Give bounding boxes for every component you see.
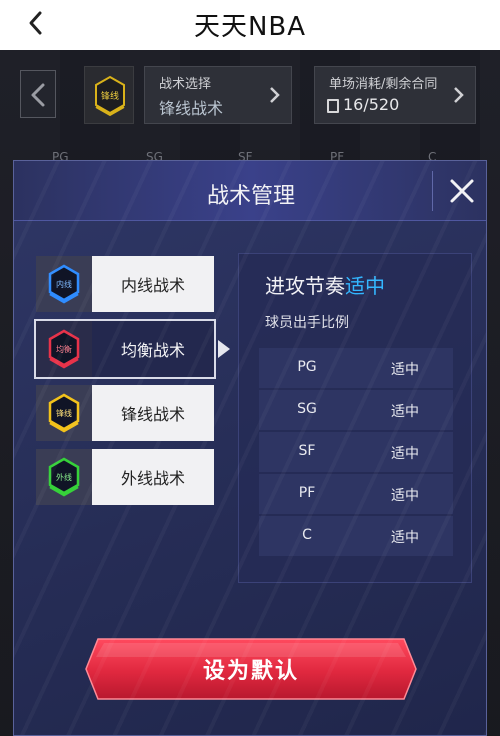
nav-bar: 天天NBA	[0, 0, 500, 50]
tactic-option-forward[interactable]: 锋线 锋线战术	[36, 385, 214, 441]
contract-cost-card[interactable]: 单场消耗/剩余合同 16/520	[314, 66, 476, 124]
ratio-position: C	[302, 527, 312, 543]
selected-arrow-icon	[218, 340, 230, 358]
attack-pace-value: 适中	[345, 274, 385, 298]
tactic-option-inside[interactable]: 内线 内线战术	[36, 256, 214, 312]
svg-text:锋线: 锋线	[101, 90, 119, 102]
ratio-row: PF 适中	[259, 474, 453, 514]
ratio-row: SG 适中	[259, 390, 453, 430]
ratio-level: 适中	[391, 488, 419, 504]
ratio-position: SG	[297, 401, 317, 417]
ratio-row: SF 适中	[259, 432, 453, 472]
attack-pace-label: 进攻节奏	[265, 274, 345, 298]
contract-cost-label: 单场消耗/剩余合同	[329, 77, 438, 92]
ratio-level: 适中	[391, 446, 419, 462]
game-back-button[interactable]	[20, 70, 56, 118]
tactic-management-modal: 战术管理 内线 内线战术 均衡 均衡战术 锋线 锋线战术 外线 外线战术 进攻节…	[13, 160, 487, 736]
ratio-position: PF	[298, 485, 316, 501]
set-default-button[interactable]: 设为默认	[84, 637, 418, 701]
tactic-option-balanced[interactable]: 均衡 均衡战术	[34, 319, 216, 379]
tactic-select-value: 锋线战术	[159, 99, 224, 118]
tactic-option-label: 锋线战术	[92, 385, 214, 441]
tactic-select-card[interactable]: 战术选择 锋线战术	[144, 66, 292, 124]
page-title: 天天NBA	[193, 12, 307, 42]
close-icon[interactable]	[444, 173, 480, 209]
tactic-badge-icon: 内线	[36, 256, 92, 312]
contract-icon	[327, 99, 339, 113]
shot-ratio-label: 球员出手比例	[265, 315, 349, 331]
ratio-row: PG 适中	[259, 348, 453, 388]
svg-text:内线: 内线	[56, 279, 72, 289]
ratio-position: PG	[297, 359, 317, 375]
ratio-level: 适中	[391, 404, 419, 420]
modal-header: 战术管理	[14, 161, 486, 221]
attack-pace: 进攻节奏适中	[265, 270, 385, 299]
tactic-badge-icon: 均衡	[36, 321, 92, 377]
set-default-label: 设为默认	[202, 659, 299, 684]
chevron-right-icon	[454, 87, 464, 103]
tactic-option-label: 外线战术	[92, 449, 214, 505]
ratio-position: SF	[298, 443, 316, 459]
tactic-option-label: 内线战术	[92, 256, 214, 312]
ratio-level: 适中	[391, 362, 419, 378]
header-divider	[432, 171, 433, 211]
tactic-detail-panel: 进攻节奏适中 球员出手比例 PG 适中 SG 适中 SF 适中 PF 适中 C …	[238, 253, 472, 583]
svg-text:锋线: 锋线	[56, 408, 72, 418]
contract-cost-value: 16/520	[343, 95, 400, 114]
ratio-level: 适中	[391, 530, 419, 546]
tactic-select-label: 战术选择	[159, 77, 212, 92]
chevron-right-icon	[270, 87, 280, 103]
tactic-badge-icon: 外线	[36, 449, 92, 505]
modal-title: 战术管理	[206, 184, 295, 209]
svg-text:外线: 外线	[56, 472, 72, 482]
tactic-badge-icon: 锋线	[36, 385, 92, 441]
tactic-option-label: 均衡战术	[92, 321, 214, 377]
ratio-row: C 适中	[259, 516, 453, 556]
current-tactic-badge: 锋线	[84, 66, 134, 124]
tactic-option-outside[interactable]: 外线 外线战术	[36, 449, 214, 505]
svg-text:均衡: 均衡	[56, 344, 72, 354]
